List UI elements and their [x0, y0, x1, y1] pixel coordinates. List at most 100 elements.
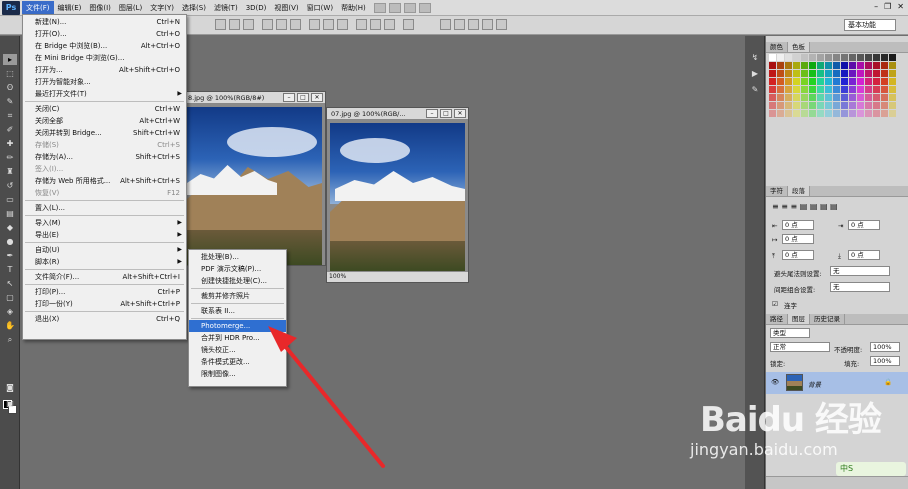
swatch-chip[interactable] — [873, 102, 880, 109]
menu-item-save-as[interactable]: 存储为(A)... Shift+Ctrl+S — [23, 151, 186, 163]
indent-left-field[interactable]: 0 点 — [782, 220, 814, 230]
gradient-tool-icon[interactable]: ▤ — [3, 208, 17, 219]
menu-item-file-info[interactable]: 文件简介(F)... Alt+Shift+Ctrl+I — [23, 271, 186, 283]
swatch-chip[interactable] — [825, 110, 832, 117]
3d-tool-icon[interactable]: ◈ — [3, 306, 17, 317]
swatch-chip[interactable] — [793, 78, 800, 85]
swatch-chip[interactable] — [881, 110, 888, 117]
swatch-chip[interactable] — [769, 86, 776, 93]
tab-character[interactable]: 字符 — [766, 186, 788, 196]
restore-icon[interactable]: ❐ — [884, 2, 891, 11]
swatch-chip[interactable] — [785, 54, 792, 61]
swatch-chip[interactable] — [809, 94, 816, 101]
menu-item-import[interactable]: 导入(M) ▶ — [23, 217, 186, 229]
indent-right-field[interactable]: 0 点 — [848, 220, 880, 230]
quick-mask-icon[interactable]: ◙ — [3, 382, 17, 393]
submenu-item-merge-hdr[interactable]: 合并到 HDR Pro... — [189, 332, 286, 344]
fill-field[interactable]: 100% — [870, 356, 900, 366]
swatch-chip[interactable] — [873, 86, 880, 93]
history-panel-icon[interactable]: ↯ — [749, 52, 761, 63]
swatch-chip[interactable] — [889, 110, 896, 117]
swatch-chip[interactable] — [841, 102, 848, 109]
swatch-chip[interactable] — [793, 70, 800, 77]
swatch-chip[interactable] — [793, 102, 800, 109]
menu-view[interactable]: 视图(V) — [270, 1, 302, 15]
menu-item-save[interactable]: 存储(S) Ctrl+S — [23, 139, 186, 151]
swatch-chip[interactable] — [849, 86, 856, 93]
move-tool-icon[interactable]: ▸ — [3, 54, 17, 65]
swatch-chip[interactable] — [769, 54, 776, 61]
stamp-tool-icon[interactable]: ♜ — [3, 166, 17, 177]
swatch-chip[interactable] — [801, 70, 808, 77]
3d-roll-icon[interactable] — [454, 19, 465, 30]
marquee-tool-icon[interactable]: ⬚ — [3, 68, 17, 79]
swatch-chip[interactable] — [841, 78, 848, 85]
avoid-select[interactable]: 无 — [830, 266, 890, 276]
eyedropper-tool-icon[interactable]: ✐ — [3, 124, 17, 135]
swatch-chip[interactable] — [809, 70, 816, 77]
align-buttons-icon[interactable]: ≡ ≡ ≡ ▤ ▤ ▤ ▤ — [772, 202, 838, 211]
align-left-icon[interactable] — [262, 19, 273, 30]
align-vcenter-icon[interactable] — [229, 19, 240, 30]
text-tool-icon[interactable]: T — [3, 264, 17, 275]
3d-scale-icon[interactable] — [496, 19, 507, 30]
swatch-chip[interactable] — [857, 54, 864, 61]
swatch-chip[interactable] — [841, 94, 848, 101]
swatch-chip[interactable] — [817, 94, 824, 101]
swatch-chip[interactable] — [857, 62, 864, 69]
swatch-chip[interactable] — [809, 54, 816, 61]
swatch-chip[interactable] — [889, 86, 896, 93]
align-hcenter-icon[interactable] — [276, 19, 287, 30]
doc-zoom-value[interactable]: 100% — [329, 273, 346, 280]
swatch-chip[interactable] — [817, 78, 824, 85]
menu-item-recent[interactable]: 最近打开文件(T) ▶ — [23, 88, 186, 100]
swatch-chip[interactable] — [785, 102, 792, 109]
distribute-hcenter-icon[interactable] — [370, 19, 381, 30]
swatch-chip[interactable] — [825, 86, 832, 93]
shape-tool-icon[interactable]: ▢ — [3, 292, 17, 303]
swatch-chip[interactable] — [817, 86, 824, 93]
swatch-chip[interactable] — [849, 78, 856, 85]
blend-mode-select[interactable]: 正常 — [770, 342, 830, 352]
swatch-chip[interactable] — [881, 54, 888, 61]
swatch-chip[interactable] — [881, 86, 888, 93]
swatch-chip[interactable] — [769, 78, 776, 85]
swatch-chip[interactable] — [889, 94, 896, 101]
swatch-chip[interactable] — [809, 102, 816, 109]
swatch-chip[interactable] — [865, 102, 872, 109]
swatch-chip[interactable] — [809, 86, 816, 93]
swatch-chip[interactable] — [881, 70, 888, 77]
swatch-chip[interactable] — [873, 110, 880, 117]
doc-maximize-icon[interactable]: □ — [297, 93, 309, 102]
menu-item-automate[interactable]: 自动(U) ▶ — [23, 244, 186, 256]
swatch-chip[interactable] — [785, 110, 792, 117]
layer-filter-select[interactable]: 类型 — [770, 328, 810, 338]
swatch-chip[interactable] — [889, 54, 896, 61]
menu-item-print[interactable]: 打印(P)... Ctrl+P — [23, 286, 186, 298]
swatch-chip[interactable] — [865, 94, 872, 101]
submenu-item-crop-straighten[interactable]: 裁剪并修齐照片 — [189, 290, 286, 302]
align-top-icon[interactable] — [215, 19, 226, 30]
swatch-chip[interactable] — [849, 62, 856, 69]
swatch-chip[interactable] — [769, 102, 776, 109]
swatch-chip[interactable] — [801, 78, 808, 85]
swatch-chip[interactable] — [777, 102, 784, 109]
history-brush-icon[interactable]: ↺ — [3, 180, 17, 191]
hyphenate-checkbox[interactable]: ☑ — [772, 300, 778, 308]
swatch-chip[interactable] — [841, 62, 848, 69]
menu-item-open[interactable]: 打开(O)... Ctrl+O — [23, 28, 186, 40]
close-icon[interactable]: ✕ — [897, 2, 904, 11]
swatch-chip[interactable] — [889, 70, 896, 77]
tab-swatches[interactable]: 色板 — [788, 42, 810, 52]
swatch-chip[interactable] — [833, 110, 840, 117]
auto-align-icon[interactable] — [403, 19, 414, 30]
doc-minimize-icon[interactable]: – — [283, 93, 295, 102]
quick-select-tool-icon[interactable]: ✎ — [3, 96, 17, 107]
submenu-item-lens-correction[interactable]: 镜头校正... — [189, 344, 286, 356]
crop-tool-icon[interactable]: ⌗ — [3, 110, 17, 121]
swatch-chip[interactable] — [825, 54, 832, 61]
swatch-chip[interactable] — [793, 110, 800, 117]
swatch-chip[interactable] — [873, 78, 880, 85]
swatch-chip[interactable] — [873, 70, 880, 77]
menu-layer[interactable]: 图层(L) — [115, 1, 146, 15]
